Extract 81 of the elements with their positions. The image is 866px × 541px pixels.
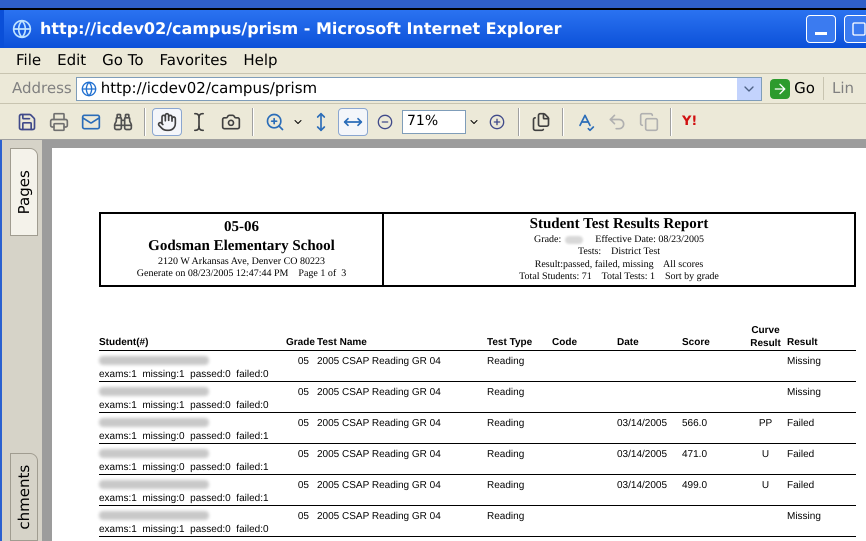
menu-item[interactable]: Edit <box>57 49 86 72</box>
table-cell-text: 05 <box>296 417 310 431</box>
row-summary: exams:1 missing:0 passed:0 failed:1 <box>99 493 270 506</box>
table-cell-text: Missing <box>787 386 822 400</box>
browser-icon <box>12 19 32 39</box>
generated-text: Generate on 08/23/2005 12:47:44 PM Page 1 of 3 <box>136 268 346 281</box>
table-cell-text: Reading <box>487 510 526 524</box>
window-title: http://icdev02/campus/prism - Microsoft Internet Explorer <box>40 18 562 40</box>
menu-item[interactable]: Go To <box>102 49 144 72</box>
table-cell-text: Failed <box>787 448 816 462</box>
minimize-button[interactable] <box>806 15 836 43</box>
minimize-icon <box>815 32 827 35</box>
totals-text: Total Students: 71 Total Tests: 1 Sort by grade <box>519 271 719 284</box>
table-cell-text: Reading <box>487 417 526 431</box>
menu-item[interactable]: Help <box>243 49 278 72</box>
menu-item[interactable]: Favorites <box>160 49 228 72</box>
school-year: 05-06 <box>224 218 259 237</box>
table-cell-text: 05 <box>296 479 310 493</box>
table-cell-text: U <box>760 479 770 493</box>
menu-item[interactable]: File <box>16 49 42 72</box>
table-cell-text: 2005 CSAP Reading GR 04 <box>317 386 442 400</box>
maximize-icon <box>851 21 866 37</box>
row-summary: exams:1 missing:0 passed:0 failed:1 <box>99 462 270 474</box>
table-cell-text: 499.0 <box>682 479 708 493</box>
table-cell-text: Reading <box>487 355 526 369</box>
column-header: Student(#) <box>99 336 150 350</box>
result-filter-text: Result:passed, failed, missing All scores <box>534 258 704 272</box>
side-tab[interactable]: chments <box>10 453 38 541</box>
school-name: Godsman Elementary School <box>148 237 335 256</box>
table-cell-text: Failed <box>787 417 816 431</box>
go-button[interactable]: Go <box>766 77 819 100</box>
effective-date: Effective Date: 08/23/2005 <box>595 234 704 246</box>
table-cell-text: 05 <box>296 386 310 400</box>
report-title: Student Test Results Report <box>530 215 708 234</box>
table-cell-text: 05 <box>296 448 310 462</box>
table-cell-text: Missing <box>787 355 822 369</box>
column-header: Code <box>552 336 578 350</box>
column-header: Score <box>682 336 711 350</box>
maximize-button[interactable] <box>844 15 866 43</box>
row-summary: exams:1 missing:1 passed:0 failed:0 <box>99 369 270 382</box>
page-icon <box>80 80 97 96</box>
column-header: Result <box>787 336 819 350</box>
table-cell-text: 2005 CSAP Reading GR 04 <box>317 417 442 431</box>
table-cell-text: Reading <box>487 386 526 400</box>
table-cell-text: PP <box>758 417 774 431</box>
school-address: 2120 W Arkansas Ave, Denver CO 80223 <box>158 256 325 268</box>
table-cell-text: Missing <box>787 510 822 524</box>
blurred-value <box>565 236 584 244</box>
zoom-field[interactable]: 71% <box>402 110 466 134</box>
side-tab[interactable]: Pages <box>10 148 38 236</box>
table-cell-text: U <box>760 448 770 462</box>
table-cell-text: 471.0 <box>682 448 708 462</box>
column-header: Test Type <box>487 336 534 350</box>
table-cell-text: 2005 CSAP Reading GR 04 <box>317 355 442 369</box>
row-summary: exams:1 missing:1 passed:0 failed:0 <box>99 400 270 412</box>
table-cell-text: 2005 CSAP Reading GR 04 <box>317 448 442 462</box>
table-cell-text: 03/14/2005 <box>617 448 668 462</box>
address-label: Address <box>12 78 72 100</box>
table-cell-text: Reading <box>487 448 526 462</box>
table-cell-text: 03/14/2005 <box>617 417 668 431</box>
row-summary: exams:1 missing:1 passed:0 failed:0 <box>99 524 270 536</box>
column-header: Test Name <box>317 336 368 350</box>
fit-width-icon[interactable] <box>338 108 368 136</box>
table-cell-text: Failed <box>787 479 816 493</box>
table-cell-text: Reading <box>487 479 526 493</box>
table-cell-text: 566.0 <box>682 417 708 431</box>
tests-text: Tests: District Test <box>578 246 660 259</box>
table-cell-text: 2005 CSAP Reading GR 04 <box>317 479 442 493</box>
table-cell-text: 03/14/2005 <box>617 479 668 493</box>
grade-label: Grade: <box>534 234 562 246</box>
table-cell-text: 05 <box>296 510 310 524</box>
column-header: Curve Result <box>749 325 782 350</box>
column-header: Date <box>617 336 640 350</box>
address-field[interactable]: http://icdev02/campus/prism <box>76 76 762 100</box>
row-summary: exams:1 missing:0 passed:0 failed:1 <box>99 431 270 444</box>
hand-icon[interactable] <box>152 108 182 136</box>
column-header: Grade <box>286 336 316 350</box>
toolbar-logo[interactable]: Y! <box>678 112 702 132</box>
dropdown-button[interactable] <box>737 78 762 100</box>
table-cell-text: 05 <box>296 355 310 369</box>
table-cell-text: 2005 CSAP Reading GR 04 <box>317 510 442 524</box>
